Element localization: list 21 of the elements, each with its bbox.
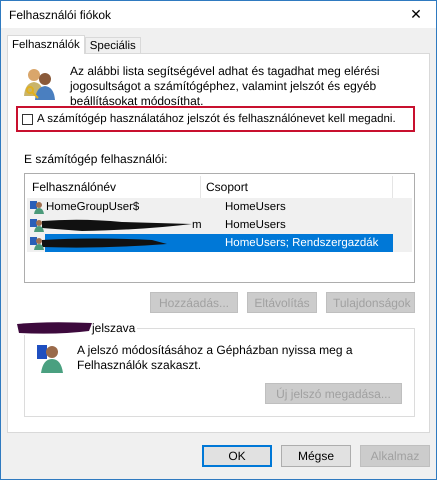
table-cell: m bbox=[192, 219, 202, 231]
window-title: Felhasználói fiókok bbox=[9, 8, 112, 22]
users-icon bbox=[22, 66, 56, 100]
selected-row[interactable]: HomeUsers; Rendszergazdák bbox=[45, 234, 393, 252]
intro-text: Az alábbi lista segítségével adhat és tagadhat meg elérési jogosultságot a számítógéphez, valamint jelszót és egyéb beállításokat módosíthat. bbox=[70, 64, 381, 109]
user-icon bbox=[30, 218, 44, 232]
password-required-checkbox[interactable]: A számítógép használatához jelszót és felhasználónevet kell megadni. bbox=[22, 113, 409, 125]
user-icon bbox=[30, 236, 44, 250]
table-cell-text: HomeUsers; Rendszergazdák bbox=[224, 237, 380, 249]
tab[interactable]: Speciális bbox=[84, 37, 141, 53]
table-cell-text: HomeUsers bbox=[224, 219, 287, 231]
user-icon bbox=[37, 343, 63, 373]
table-cell-text: HomeUsers bbox=[224, 201, 287, 213]
users-label: E számítógép felhasználói: bbox=[24, 152, 168, 166]
password-hint-text: A jelszó módosításához a Gépházban nyissa meg a Felhasználók szakaszt. bbox=[77, 343, 354, 373]
table-cell: HomeGroupUser$ bbox=[46, 201, 140, 213]
ok-button[interactable]: OK bbox=[202, 445, 272, 467]
tab[interactable]: Felhasználók bbox=[7, 35, 85, 54]
group-title: jelszava bbox=[92, 321, 136, 335]
user-icon bbox=[30, 200, 44, 214]
cancel-button[interactable]: Mégse bbox=[281, 445, 351, 467]
